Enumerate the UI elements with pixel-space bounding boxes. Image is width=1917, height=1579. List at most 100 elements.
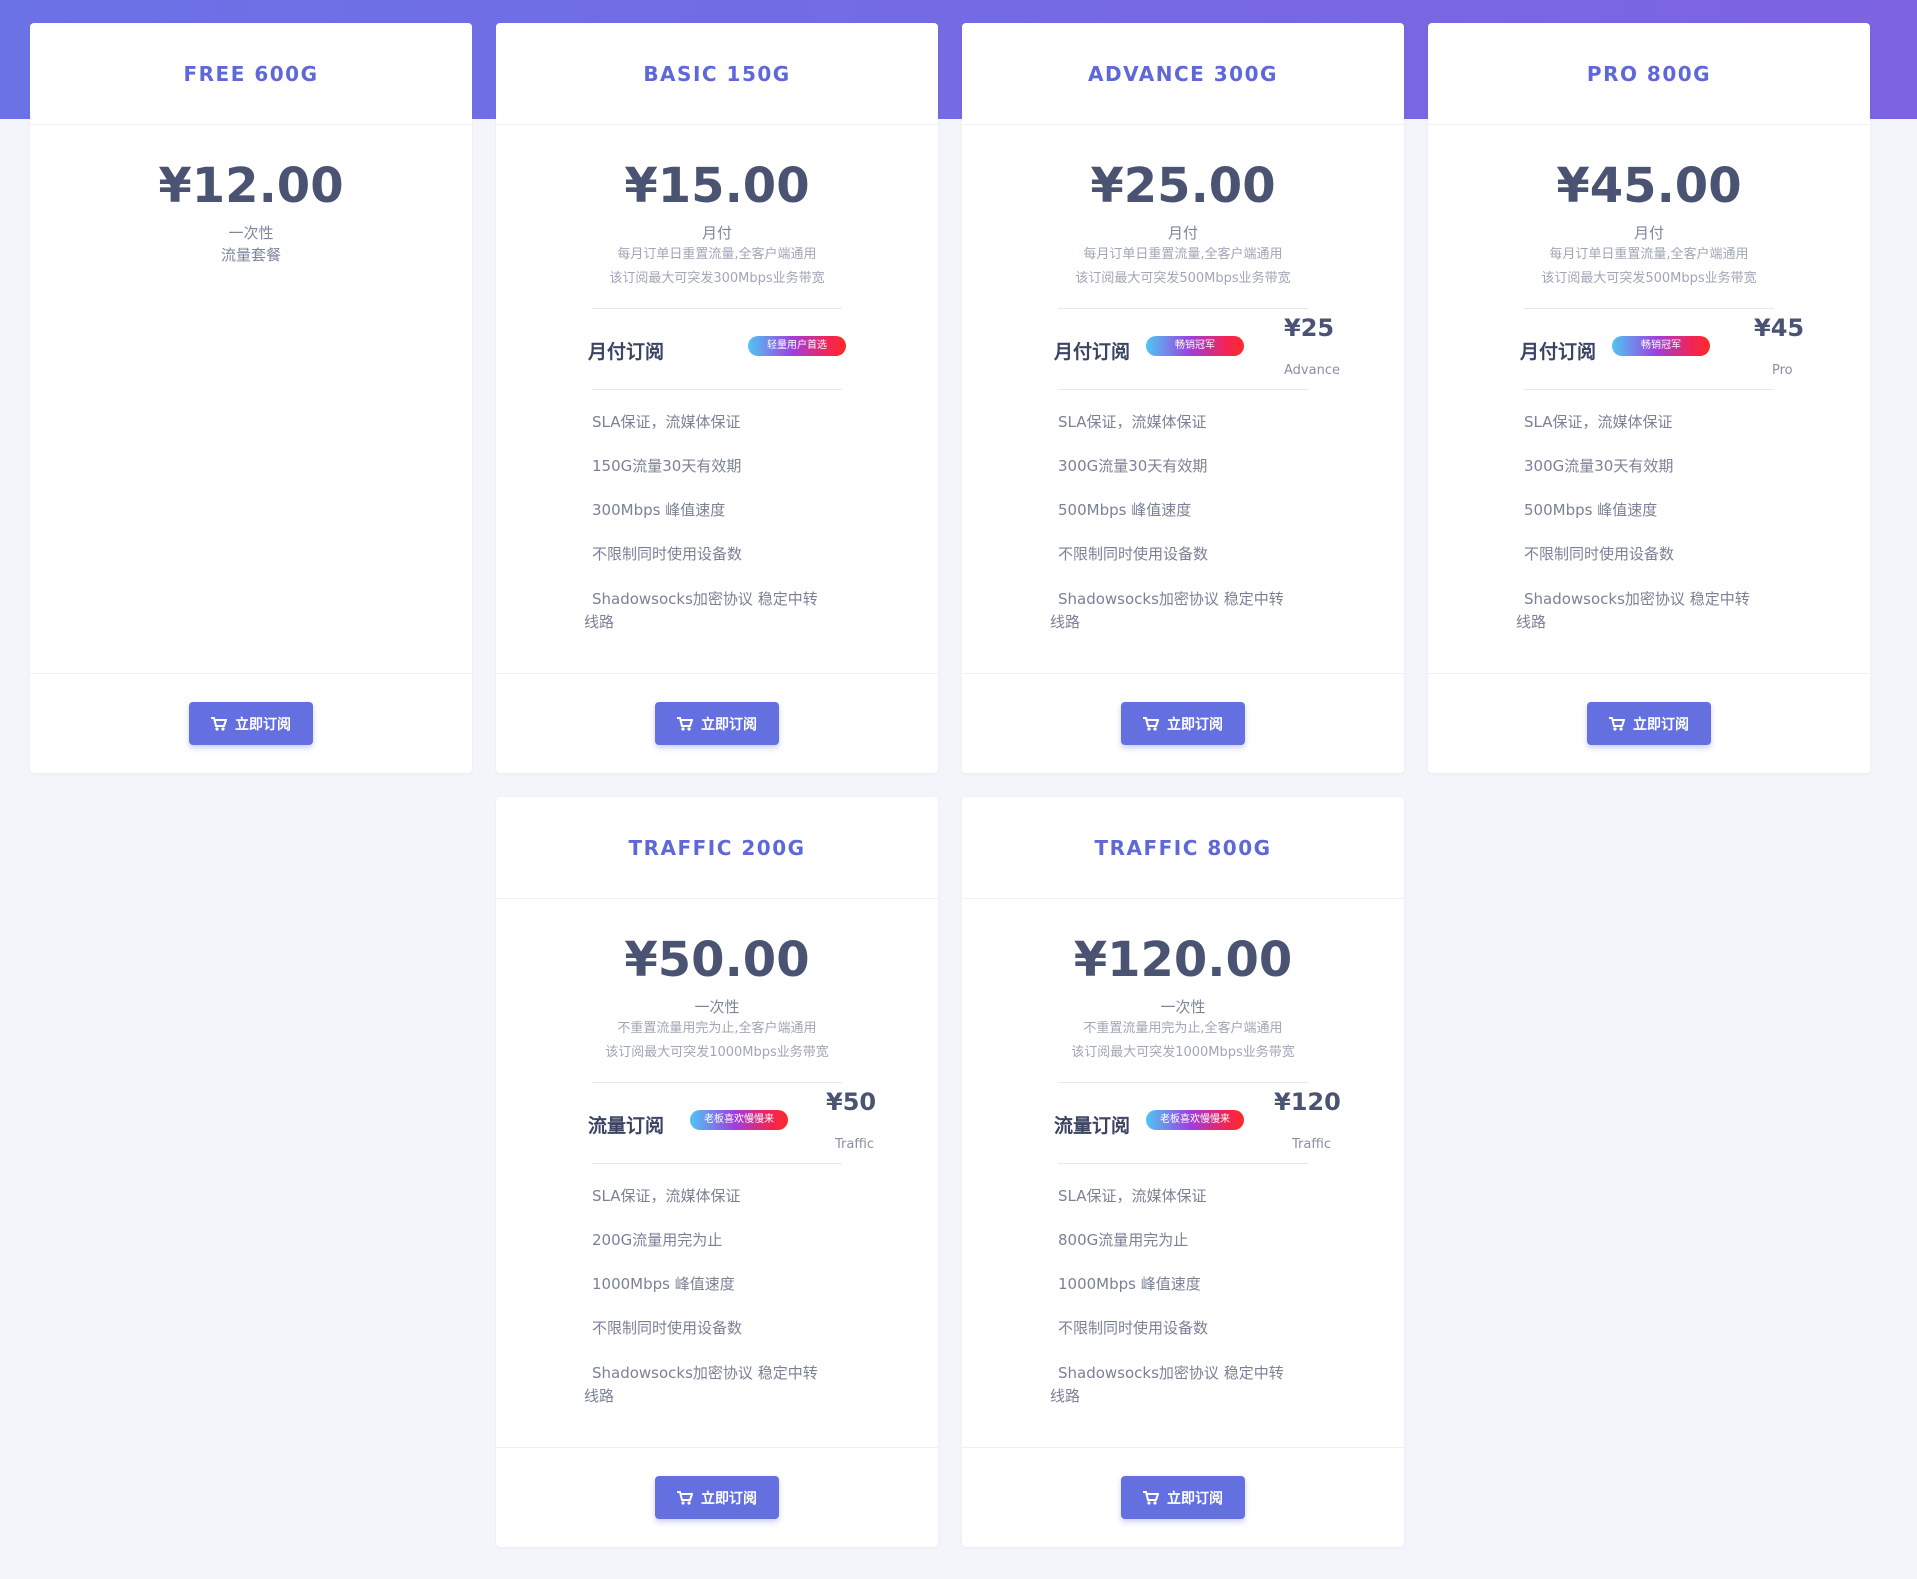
subscribe-button-label: 立即订阅 (701, 716, 757, 733)
alt-tag: Pro (1772, 363, 1793, 378)
price-block: ¥15.00 月付 每月订单日重置流量,全客户端通用 该订阅最大可突发300Mb… (496, 125, 938, 291)
cart-icon (211, 716, 227, 731)
cart-icon (1143, 1490, 1159, 1505)
plan-description-line: 该订阅最大可突发500Mbps业务带宽 (1075, 271, 1291, 286)
plan-name: FREE 600G (183, 61, 319, 86)
subscribe-button[interactable]: 立即订阅 (655, 1476, 779, 1519)
subscription-title: 流量订阅 (588, 1115, 665, 1137)
subscribe-button[interactable]: 立即订阅 (1121, 702, 1245, 745)
plan-card-traffic-200g: TRAFFIC 200G ¥50.00 一次性 不重置流量用完为止,全客户端通用… (496, 797, 938, 1547)
subscribe-button-label: 立即订阅 (1167, 716, 1223, 733)
feature-list: SLA保证，流媒体保证 200G流量用完为止 1000Mbps 峰值速度 不限制… (496, 1164, 938, 1408)
plan-period: 月付 (1167, 224, 1198, 242)
subscribe-button-label: 立即订阅 (1633, 716, 1689, 733)
plan-card-basic-150g: BASIC 150G ¥15.00 月付 每月订单日重置流量,全客户端通用 该订… (496, 23, 938, 773)
plan-price: ¥12.00 (158, 158, 344, 214)
feature-item: Shadowsocks加密协议 稳定中转线路 (1050, 576, 1404, 634)
subscribe-button[interactable]: 立即订阅 (1587, 702, 1711, 745)
feature-text-continued: 线路 (584, 613, 615, 631)
plan-period: 月付 (1633, 224, 1664, 242)
alt-tag: Advance (1284, 363, 1340, 378)
subscription-row: 月付订阅 畅销冠军 ¥45 Pro (1520, 308, 1804, 390)
plan-header: FREE 600G (30, 23, 472, 125)
plan-footer: 立即订阅 (496, 1447, 938, 1547)
subscribe-button-label: 立即订阅 (235, 716, 291, 733)
plan-description-line: 不重置流量用完为止,全客户端通用 (617, 1021, 817, 1036)
feature-item: 不限制同时使用设备数 (1524, 545, 1675, 563)
plan-price: ¥45.00 (1556, 158, 1742, 214)
plan-price: ¥120.00 (1073, 932, 1293, 988)
price-block: ¥50.00 一次性 不重置流量用完为止,全客户端通用 该订阅最大可突发1000… (496, 899, 938, 1065)
feature-item: 150G流量30天有效期 (592, 457, 742, 475)
plan-footer: 立即订阅 (1428, 673, 1870, 773)
feature-item: Shadowsocks加密协议 稳定中转线路 (1050, 1350, 1404, 1408)
feature-text-continued: 线路 (1050, 1387, 1081, 1405)
plan-description-line: 不重置流量用完为止,全客户端通用 (1083, 1021, 1283, 1036)
feature-list: SLA保证，流媒体保证 800G流量用完为止 1000Mbps 峰值速度 不限制… (962, 1164, 1404, 1408)
alt-price: ¥50 (826, 1088, 877, 1116)
plan-header: PRO 800G (1428, 23, 1870, 125)
price-block: ¥25.00 月付 每月订单日重置流量,全客户端通用 该订阅最大可突发500Mb… (962, 125, 1404, 291)
subscription-row: 月付订阅 轻量用户首选 (588, 308, 846, 390)
plan-footer: 立即订阅 (496, 673, 938, 773)
price-block: ¥45.00 月付 每月订单日重置流量,全客户端通用 该订阅最大可突发500Mb… (1428, 125, 1870, 291)
plan-header: TRAFFIC 800G (962, 797, 1404, 899)
subscription-badge: 老板喜欢慢慢来 (1146, 1110, 1244, 1130)
feature-item: Shadowsocks加密协议 稳定中转线路 (1516, 576, 1870, 634)
plan-description-line: 该订阅最大可突发500Mbps业务带宽 (1541, 271, 1757, 286)
feature-text-continued: 线路 (1516, 613, 1547, 631)
plan-period: 月付 (701, 224, 732, 242)
subscription-badge: 畅销冠军 (1146, 336, 1244, 356)
feature-list: SLA保证，流媒体保证 300G流量30天有效期 500Mbps 峰值速度 不限… (962, 390, 1404, 634)
subscription-badge: 轻量用户首选 (748, 336, 846, 356)
feature-item: 不限制同时使用设备数 (592, 545, 743, 563)
subscribe-button[interactable]: 立即订阅 (189, 702, 313, 745)
feature-item: SLA保证，流媒体保证 (1058, 413, 1207, 431)
alt-tag: Traffic (835, 1137, 875, 1152)
plan-footer: 立即订阅 (962, 1447, 1404, 1547)
plan-description-line: 该订阅最大可突发1000Mbps业务带宽 (1071, 1045, 1295, 1060)
plan-description-line: 每月订单日重置流量,全客户端通用 (617, 247, 817, 262)
plan-name: TRAFFIC 200G (628, 835, 806, 860)
subscription-row: 月付订阅 畅销冠军 ¥25 Advance (1054, 308, 1340, 390)
plan-footer: 立即订阅 (30, 673, 472, 773)
feature-item: 800G流量用完为止 (1058, 1231, 1189, 1249)
subscription-row: 流量订阅 老板喜欢慢慢来 ¥120 Traffic (1054, 1082, 1341, 1164)
price-block: ¥120.00 一次性 不重置流量用完为止,全客户端通用 该订阅最大可突发100… (962, 899, 1404, 1065)
feature-item: 300Mbps 峰值速度 (592, 501, 726, 519)
plan-price: ¥50.00 (624, 932, 810, 988)
plan-name: PRO 800G (1586, 61, 1712, 86)
feature-text-continued: 线路 (1050, 613, 1081, 631)
plan-period: 一次性 (694, 998, 740, 1016)
subscription-badge: 老板喜欢慢慢来 (690, 1110, 788, 1130)
feature-item: Shadowsocks加密协议 稳定中转 线路 (584, 576, 938, 634)
feature-item: SLA保证，流媒体保证 (1524, 413, 1673, 431)
plan-card-traffic-800g: TRAFFIC 800G ¥120.00 一次性 不重置流量用完为止,全客户端通… (962, 797, 1404, 1547)
plan-description-line: 每月订单日重置流量,全客户端通用 (1083, 247, 1283, 262)
plan-name: BASIC 150G (643, 61, 791, 86)
subscription-title: 流量订阅 (1054, 1115, 1131, 1137)
plan-name: ADVANCE 300G (1088, 61, 1278, 86)
plan-card-pro-800g: PRO 800G ¥45.00 月付 每月订单日重置流量,全客户端通用 该订阅最… (1428, 23, 1870, 773)
alt-price: ¥25 (1284, 314, 1335, 342)
feature-item: 不限制同时使用设备数 (1058, 1319, 1209, 1337)
feature-text: Shadowsocks加密协议 稳定中转 (1524, 590, 1750, 608)
cart-icon (1143, 716, 1159, 731)
subscribe-button[interactable]: 立即订阅 (1121, 1476, 1245, 1519)
feature-item: SLA保证，流媒体保证 (592, 1187, 741, 1205)
plan-period: 一次性 (1160, 998, 1206, 1016)
feature-text: Shadowsocks加密协议 稳定中转 (1058, 1364, 1284, 1382)
plan-period: 一次性 (228, 224, 274, 242)
feature-item: 300G流量30天有效期 (1058, 457, 1208, 475)
plan-description-line: 每月订单日重置流量,全客户端通用 (1549, 247, 1749, 262)
subscription-title: 月付订阅 (1520, 341, 1597, 363)
alt-price: ¥120 (1274, 1088, 1341, 1116)
subscribe-button[interactable]: 立即订阅 (655, 702, 779, 745)
feature-item: 500Mbps 峰值速度 (1524, 501, 1658, 519)
feature-text: Shadowsocks加密协议 稳定中转 (1058, 590, 1284, 608)
price-block: ¥12.00 一次性 流量套餐 (30, 125, 472, 267)
plan-header: BASIC 150G (496, 23, 938, 125)
feature-item: SLA保证，流媒体保证 (1058, 1187, 1207, 1205)
feature-text: Shadowsocks加密协议 稳定中转 (592, 1364, 818, 1382)
feature-item: 不限制同时使用设备数 (1058, 545, 1209, 563)
